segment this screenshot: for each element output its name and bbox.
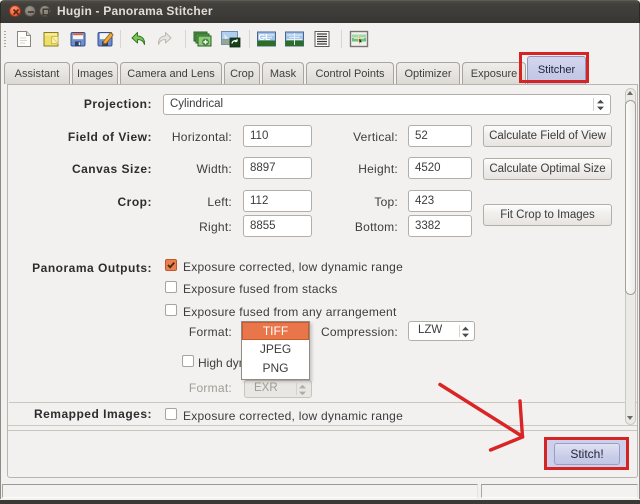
svg-text:GL: GL bbox=[259, 32, 271, 42]
